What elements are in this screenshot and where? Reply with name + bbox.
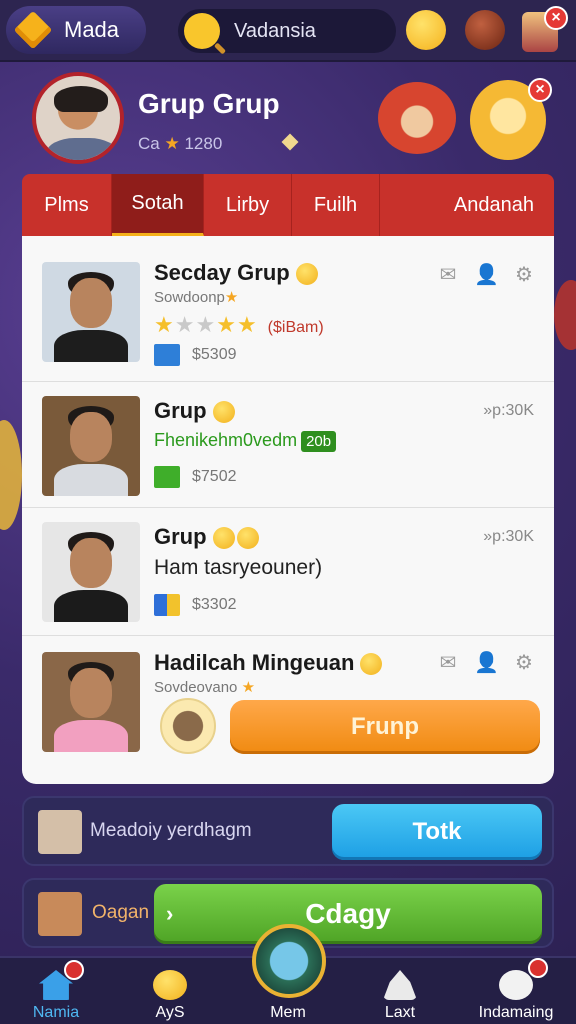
page-title: Grup Grup [138,88,280,119]
row-subtitle: Ham tasryeouner) [154,556,323,579]
cube-icon [154,594,180,616]
chat-icon [499,970,533,1000]
row-meta: »p:30K [483,402,534,419]
group-score: Ca ★ 1280 [138,134,222,154]
envelope-icon[interactable]: ✉ [436,652,460,674]
score-prefix: Ca [138,134,160,153]
member-photo [42,652,140,752]
row-subtitle: Sovdeovano ★ [154,679,256,696]
gear-icon[interactable]: ⚙ [512,652,536,674]
nav-mem-label: Mem [270,1004,306,1021]
invite-text: Meadoiy yerdhagm [90,820,252,841]
rating-note: ($iBam) [267,319,324,336]
tab-sotah[interactable]: Sotah [112,174,204,236]
smiley-emoji-icon[interactable] [406,10,446,50]
nav-ind-label: Indamaing [478,1004,554,1021]
invite-panel: Meadoiy yerdhagm Totk [22,796,554,866]
row-subtitle: Fhenikehm0vedm 20b [154,430,337,452]
nav-ays-label: AyS [155,1004,185,1021]
search-bar[interactable]: Vadansia [178,9,396,53]
row-price: $7502 [154,466,237,488]
gear-icon[interactable]: ⚙ [512,264,536,286]
row-price: $3302 [154,594,237,616]
row-title: Hadilcah Mingeuan [154,650,383,676]
avatar [38,810,82,854]
row-actions: ✉ 👤 ⚙ [436,264,536,286]
smile-icon [295,263,318,286]
score-value: 1280 [184,134,223,153]
row-title: Secday Grup [154,260,318,286]
cube-icon [154,344,180,366]
tab-lirby[interactable]: Lirby [204,174,292,236]
rating-stars: ★★★★★ ($iBam) [154,312,324,337]
avatar [38,892,82,936]
close-mascot-icon[interactable]: × [528,78,552,102]
group-list: Secday Grup Sowdoonp★ ★★★★★ ($iBam) $5309… [22,236,554,784]
monkey-avatar-icon[interactable] [160,698,216,754]
star-icon: ★ [164,134,180,153]
search-icon [184,13,220,49]
monkey-mascot-icon [378,82,456,154]
tab-plms[interactable]: Plms [22,174,112,236]
nav-home-label: Namia [32,1004,80,1021]
nav-ind[interactable]: Indamaing [466,958,566,1024]
totik-button[interactable]: Totk [332,804,542,860]
smile-icon [236,527,259,550]
smile-icon [212,401,235,424]
nav-laxt[interactable]: Laxt [350,958,450,1024]
list-item[interactable]: Grup Ham tasryeouner) $3302 »p:30K [22,508,554,636]
row-title: Grup [154,524,259,550]
nav-home[interactable]: Namia [6,958,106,1024]
tab-andanah[interactable]: Andanah [380,174,554,236]
row-meta: »p:30K [483,528,534,545]
rocket-icon [383,970,417,1000]
envelope-icon[interactable]: ✉ [436,264,460,286]
sparkle-icon [281,133,299,151]
nav-ays[interactable]: AyS [120,958,220,1024]
center-mascot-button[interactable] [252,924,326,998]
top-bar: Mada Vadansia × [0,0,576,62]
frunp-button[interactable]: Frunp [230,700,540,754]
group-header: Grup Grup Ca ★ 1280 × [0,62,576,174]
user-icon[interactable]: 👤 [474,264,499,286]
brand-label: Mada [64,17,120,42]
chevron-right-icon: › [166,901,174,926]
join-text: Oagan [92,902,150,923]
cube-icon [154,466,180,488]
notification-badge [64,960,84,980]
avatar[interactable] [32,72,124,164]
notification-badge [528,958,548,978]
smile-icon [212,527,235,550]
close-icon[interactable]: × [544,6,568,30]
smile-icon [360,653,383,676]
user-icon[interactable]: 👤 [474,652,499,674]
row-subtitle: Sowdoonp★ [154,289,239,306]
member-photo [42,262,140,362]
row-price: $5309 [154,344,237,366]
star-icon: ★ [241,679,256,696]
list-item[interactable]: Secday Grup Sowdoonp★ ★★★★★ ($iBam) $5309… [22,236,554,382]
list-item[interactable]: Grup Fhenikehm0vedm 20b $7502 »p:30K [22,382,554,508]
nav-laxt-label: Laxt [384,1004,416,1021]
status-badge: 20b [301,431,337,452]
diamond-logo-icon [13,10,53,50]
tab-bar: Plms Sotah Lirby Fuilh Andanah [22,174,554,236]
tab-fuilh[interactable]: Fuilh [292,174,380,236]
search-text: Vadansia [234,19,316,42]
cdagy-button[interactable]: › Cdagy [154,884,542,944]
member-photo [42,522,140,622]
row-actions: ✉ 👤 ⚙ [436,652,536,674]
brand-button[interactable]: Mada [6,6,146,54]
emoji-icon [153,970,187,1000]
star-icon: ★ [224,289,239,306]
member-photo [42,396,140,496]
ball-icon[interactable] [465,10,505,50]
row-title: Grup [154,398,235,424]
